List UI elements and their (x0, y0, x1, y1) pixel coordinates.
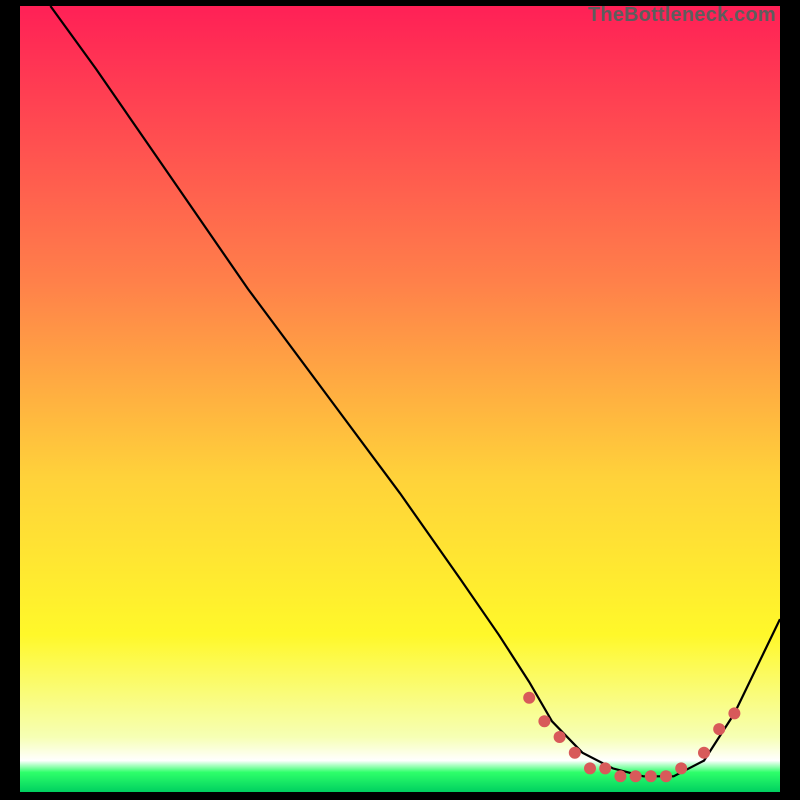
plot-area (20, 6, 780, 792)
watermark-text: TheBottleneck.com (588, 4, 776, 27)
chart-background-gradient (20, 6, 780, 792)
chart-frame: TheBottleneck.com (0, 0, 800, 800)
